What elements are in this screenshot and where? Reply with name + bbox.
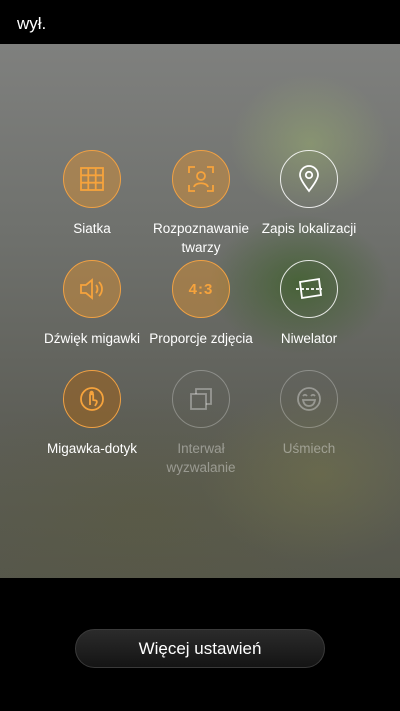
setting-aspect-ratio[interactable]: 4:3 Proporcje zdjęcia	[141, 260, 261, 348]
setting-label: Proporcje zdjęcia	[149, 331, 253, 346]
setting-label: Interwał wyzwalanie	[166, 441, 236, 475]
grid-icon	[63, 150, 121, 208]
more-settings-button[interactable]: Więcej ustawień	[75, 629, 325, 668]
setting-level[interactable]: Niwelator	[249, 260, 369, 348]
speaker-icon	[63, 260, 121, 318]
touch-shutter-icon	[63, 370, 121, 428]
aspect-ratio-icon: 4:3	[172, 260, 230, 318]
level-icon	[280, 260, 338, 318]
setting-label: Migawka-dotyk	[46, 441, 138, 456]
aspect-ratio-value: 4:3	[188, 280, 214, 298]
setting-touch-shutter[interactable]: Migawka-dotyk	[32, 370, 152, 458]
setting-location[interactable]: Zapis lokalizacji	[249, 150, 369, 238]
smile-icon	[280, 370, 338, 428]
face-detect-icon	[172, 150, 230, 208]
interval-icon	[172, 370, 230, 428]
setting-shutter-sound[interactable]: Dźwięk migawki	[32, 260, 152, 348]
setting-grid[interactable]: Siatka	[32, 150, 152, 238]
setting-label: Rozpoznawanie twarzy	[152, 221, 250, 255]
setting-label: Siatka	[73, 221, 111, 236]
setting-interval-shutter: Interwał wyzwalanie	[141, 370, 261, 477]
location-pin-icon	[280, 150, 338, 208]
setting-label: Uśmiech	[282, 441, 336, 456]
flash-status[interactable]: wył.	[17, 14, 46, 34]
setting-face-detection[interactable]: Rozpoznawanie twarzy	[141, 150, 261, 257]
setting-label: Dźwięk migawki	[43, 331, 141, 346]
setting-smile-shot: Uśmiech	[249, 370, 369, 458]
top-bar: wył.	[0, 0, 400, 44]
setting-label: Zapis lokalizacji	[261, 221, 357, 236]
setting-label: Niwelator	[280, 331, 338, 346]
